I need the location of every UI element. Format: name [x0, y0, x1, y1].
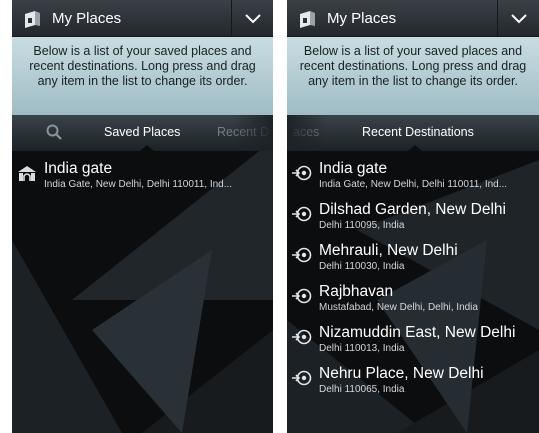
header-title: My Places [327, 10, 397, 27]
header-menu-button[interactable] [497, 0, 539, 37]
map-icon [25, 11, 40, 28]
place-name: Mehrauli, New Delhi [319, 242, 458, 259]
app-header: My Places [12, 0, 273, 37]
tab-fade [287, 115, 327, 151]
saved-places-list: India gate India Gate, New Delhi, Delhi … [12, 151, 273, 192]
tab-fade [233, 115, 273, 151]
list-item[interactable]: Rajbhavan Mustafabad, New Delhi, Delhi, … [287, 274, 539, 315]
tab-bar: aces Recent Destinations [287, 115, 539, 151]
tab-recent-destinations[interactable]: Recent Destinations [362, 125, 474, 139]
recent-destination-icon [292, 165, 312, 181]
list-item[interactable]: India gate India Gate, New Delhi, Delhi … [12, 151, 273, 192]
info-banner: Below is a list of your saved places and… [287, 37, 539, 115]
info-banner: Below is a list of your saved places and… [12, 37, 273, 115]
place-name: Rajbhavan [319, 283, 394, 300]
place-name: Dilshad Garden, New Delhi [319, 201, 506, 218]
list-item[interactable]: Dilshad Garden, New Delhi Delhi 110095, … [287, 192, 539, 233]
place-address: Mustafabad, New Delhi, Delhi, India [319, 302, 478, 313]
place-address: India Gate, New Delhi, Delhi 110011, Ind… [319, 179, 508, 190]
header-title: My Places [52, 10, 122, 27]
recent-destination-icon [292, 288, 312, 304]
place-name: India gate [44, 160, 113, 177]
recent-destinations-list: India gate India Gate, New Delhi, Delhi … [287, 151, 539, 397]
place-address: Delhi 110030, India [319, 261, 405, 272]
search-icon[interactable] [46, 124, 62, 140]
place-name: Nizamuddin East, New Delhi [319, 324, 516, 341]
chevron-down-icon [510, 13, 527, 23]
recent-destinations-screen: My Places Below is a list of your saved … [287, 0, 539, 433]
place-address: India Gate, New Delhi, Delhi 110011, Ind… [44, 179, 233, 190]
list-item[interactable]: Nehru Place, New Delhi Delhi 110065, Ind… [287, 356, 539, 397]
place-address: Delhi 110065, India [319, 384, 405, 395]
recent-destination-icon [292, 370, 312, 386]
saved-places-screen: My Places Below is a list of your saved … [12, 0, 273, 433]
recent-destination-icon [292, 247, 312, 263]
place-address: Delhi 110095, India [319, 220, 405, 231]
place-name: India gate [319, 160, 388, 177]
list-item[interactable]: Nizamuddin East, New Delhi Delhi 110013,… [287, 315, 539, 356]
chevron-down-icon [244, 13, 261, 23]
landmark-icon [18, 166, 36, 181]
list-item[interactable]: Mehrauli, New Delhi Delhi 110030, India [287, 233, 539, 274]
list-item[interactable]: India gate India Gate, New Delhi, Delhi … [287, 151, 539, 192]
tab-bar: Saved Places Recent D [12, 115, 273, 151]
header-menu-button[interactable] [231, 0, 273, 37]
recent-destination-icon [292, 206, 312, 222]
map-icon [300, 11, 315, 28]
recent-destination-icon [292, 329, 312, 345]
place-name: Nehru Place, New Delhi [319, 365, 484, 382]
tab-saved-places[interactable]: Saved Places [104, 125, 180, 139]
place-address: Delhi 110013, India [319, 343, 405, 354]
app-header: My Places [287, 0, 539, 37]
